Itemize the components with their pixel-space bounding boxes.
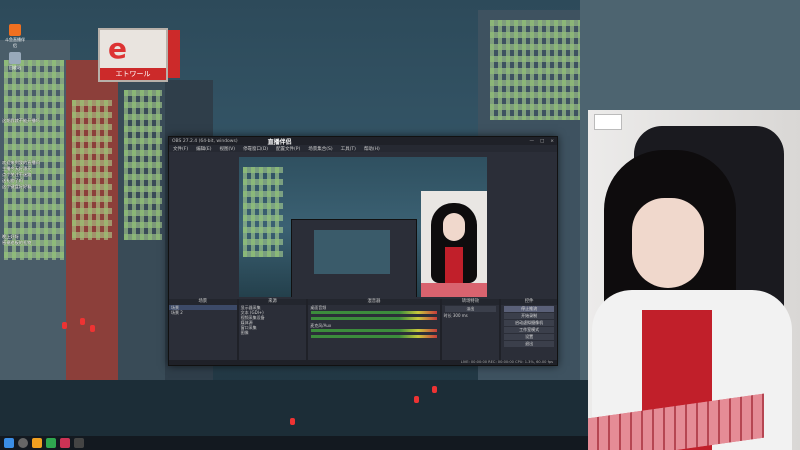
watermark: 直播伴侣 [267, 138, 292, 146]
lantern [290, 418, 295, 425]
controls-panel: 控件 停止推流 开始录制 启动虚拟摄像机 工作室模式 设置 退出 [501, 299, 557, 365]
search-icon[interactable] [18, 438, 28, 448]
volume-meter[interactable] [311, 335, 437, 338]
chrome-icon[interactable] [46, 438, 56, 448]
preview-webcam [421, 191, 487, 297]
douyu-icon [9, 24, 21, 36]
maximize-icon[interactable]: □ [540, 139, 544, 144]
danmaku-line: 这期我就不能开播吗 [2, 118, 40, 123]
webcam-feed [588, 110, 800, 450]
start-icon[interactable] [4, 438, 14, 448]
menu-profile[interactable]: 配置文件(P) [276, 146, 300, 152]
obs-menubar: 文件(F) 编辑(E) 视图(V) 停靠窗口(D) 配置文件(P) 场景集合(S… [169, 145, 557, 152]
start-recording-button[interactable]: 开始录制 [504, 313, 554, 319]
building-windows [124, 90, 162, 240]
sources-panel: 来源 显示器采集 文本 (GDI+) 视频采集设备 媒体源 窗口采集 图像 [238, 299, 307, 365]
source-item[interactable]: 图像 [239, 330, 307, 335]
volume-meter[interactable] [311, 317, 437, 320]
obs-window[interactable]: OBS 27.2.4 (64-bit, windows) 直播伴侣 — □ × … [168, 136, 558, 366]
lantern [414, 396, 419, 403]
duration-input[interactable]: 300 ms [453, 313, 468, 318]
volume-meter[interactable] [311, 311, 437, 314]
obs-titlebar[interactable]: OBS 27.2.4 (64-bit, windows) 直播伴侣 — □ × [169, 137, 557, 146]
menu-scene-collection[interactable]: 场景集合(S) [308, 146, 332, 152]
exit-button[interactable]: 退出 [504, 341, 554, 347]
obs-docks: 场景 场景 场景 2 来源 显示器采集 文本 (GDI+) 视频采集设备 媒体源… [169, 299, 557, 365]
recycle-bin-icon [9, 52, 21, 64]
wall-switch [594, 114, 622, 130]
streamer-face [632, 198, 704, 288]
obs-statusbar: LIVE: 00:00:00 REC: 00:00:00 CPU: 1.3%, … [169, 360, 557, 365]
transition-select[interactable]: 淡出 [444, 306, 497, 312]
preview-nested-obs [291, 219, 417, 297]
mixer-channel-label: 麦克风/Aux [310, 323, 332, 328]
desktop-icon-recycle-bin[interactable]: 回收站 [4, 52, 26, 71]
app-icon[interactable] [60, 438, 70, 448]
close-icon[interactable]: × [550, 139, 554, 144]
obs-icon[interactable] [74, 438, 84, 448]
obs-preview[interactable] [239, 157, 487, 297]
menu-help[interactable]: 帮助(H) [364, 146, 380, 152]
menu-file[interactable]: 文件(F) [173, 146, 188, 152]
menu-view[interactable]: 视图(V) [219, 146, 235, 152]
virtual-camera-button[interactable]: 启动虚拟摄像机 [504, 320, 554, 326]
lantern [80, 318, 85, 325]
audio-mixer-panel: 混音器 桌面音频 麦克风/Aux [308, 299, 440, 365]
transitions-panel: 转场特效 淡出 时长 300 ms [441, 299, 500, 365]
desktop-icon-douyu[interactable]: 斗鱼直播伴侣 [4, 24, 26, 49]
scene-item[interactable]: 场景 2 [169, 310, 237, 315]
taskbar [0, 436, 594, 450]
building-windows [72, 100, 112, 240]
etoile-sign: e エトワール [98, 28, 180, 82]
mixer-channel-label: 桌面音频 [310, 305, 327, 310]
settings-button[interactable]: 设置 [504, 334, 554, 340]
sign-logo: e [108, 32, 127, 65]
studio-mode-button[interactable]: 工作室模式 [504, 327, 554, 333]
lantern [432, 386, 437, 393]
scenes-panel: 场景 场景 场景 2 [169, 299, 237, 365]
menu-edit[interactable]: 编辑(E) [196, 146, 211, 152]
stop-streaming-button[interactable]: 停止推流 [504, 306, 554, 312]
danmaku-line: 这个键盘好好看 [2, 184, 32, 189]
danmaku-line: 感谢老板的礼物 [2, 240, 32, 245]
folder-icon[interactable] [32, 438, 42, 448]
building-windows [490, 20, 580, 120]
lantern [90, 325, 95, 332]
lantern [62, 322, 67, 329]
sign-text: エトワール [100, 68, 166, 80]
duration-label: 时长 [443, 313, 452, 318]
obs-title: OBS 27.2.4 (64-bit, windows) [172, 138, 238, 144]
minimize-icon[interactable]: — [529, 139, 534, 144]
menu-docks[interactable]: 停靠窗口(D) [243, 146, 268, 152]
volume-meter[interactable] [311, 329, 437, 332]
menu-tools[interactable]: 工具(T) [341, 146, 356, 152]
